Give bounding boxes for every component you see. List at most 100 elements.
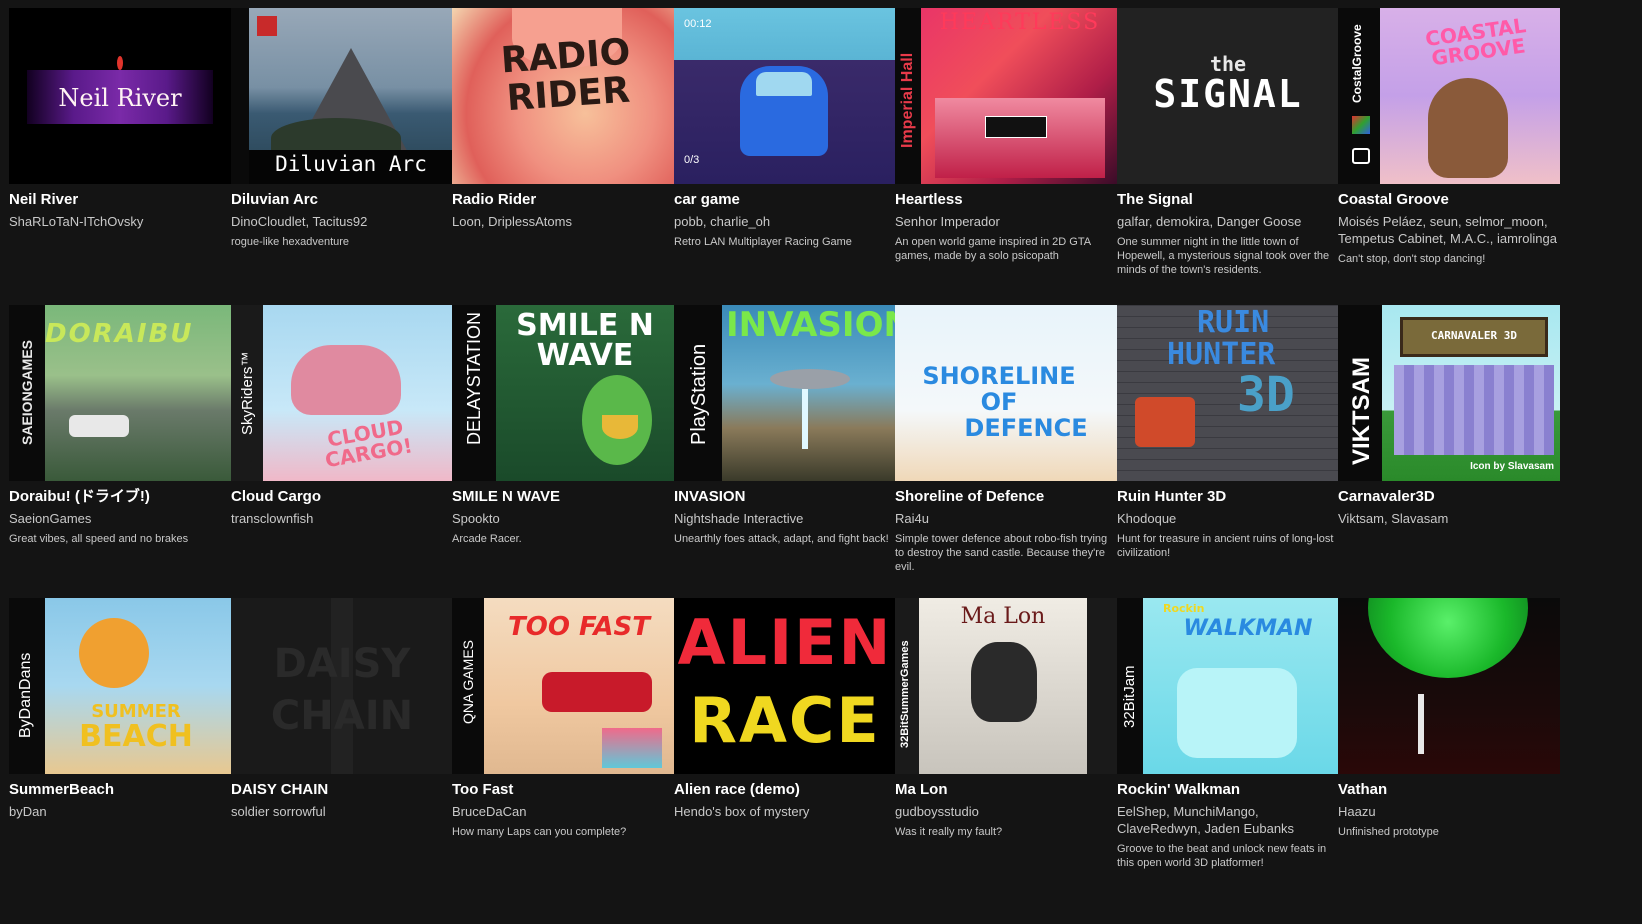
game-title[interactable]: SummerBeach [9, 781, 231, 799]
author-link[interactable]: Rai4u [895, 511, 929, 526]
game-title[interactable]: The Signal [1117, 191, 1339, 209]
cover-line: SHORELINE [922, 362, 1076, 390]
game-thumbnail[interactable]: VIKTSAM CARNAVALER 3D Icon by Slavasam [1338, 305, 1560, 481]
author-link[interactable]: MunchiMango [1173, 804, 1255, 819]
game-thumbnail[interactable]: the SIGNAL [1117, 8, 1339, 184]
spine-label: SkyRiders™ [239, 351, 256, 435]
author-link[interactable]: transclownfish [231, 511, 313, 526]
game-title[interactable]: Carnavaler3D [1338, 488, 1560, 506]
author-link[interactable]: ClaveRedwyn [1117, 821, 1197, 836]
author-link[interactable]: Khodoque [1117, 511, 1176, 526]
game-title[interactable]: Doraibu! (ドライブ!) [9, 488, 231, 506]
game-card: the SIGNAL The Signal galfar, demokira, … [1117, 8, 1339, 277]
author-link[interactable]: Hendo's box of mystery [674, 804, 809, 819]
game-authors: gudboysstudio [895, 803, 1117, 820]
author-link[interactable]: Loon [452, 214, 481, 229]
game-title[interactable]: Diluvian Arc [231, 191, 453, 209]
game-title[interactable]: DAISY CHAIN [231, 781, 453, 799]
game-authors: BruceDaCan [452, 803, 674, 820]
game-authors: Hendo's box of mystery [674, 803, 896, 820]
author-link[interactable]: demokira [1156, 214, 1209, 229]
game-thumbnail[interactable]: ByDanDans SUMMER BEACH [9, 598, 231, 774]
car-window [756, 72, 812, 96]
city-shape [935, 98, 1105, 178]
author-link[interactable]: DinoCloudlet [231, 214, 305, 229]
game-thumbnail[interactable]: QNA GAMES TOO FAST [452, 598, 674, 774]
author-link[interactable]: Jaden Eubanks [1204, 821, 1294, 836]
game-thumbnail[interactable]: ALIEN RACE [674, 598, 896, 774]
game-title[interactable]: Rockin' Walkman [1117, 781, 1339, 799]
game-thumbnail[interactable]: Diluvian Arc [231, 8, 453, 184]
game-description: Can't stop, don't stop dancing! [1338, 253, 1486, 265]
game-title[interactable]: car game [674, 191, 896, 209]
game-title[interactable]: Ruin Hunter 3D [1117, 488, 1339, 506]
game-thumbnail[interactable]: RUIN HUNTER 3D [1117, 305, 1339, 481]
game-card: SAEIONGAMES DORAIBU Doraibu! (ドライブ!) Sae… [9, 305, 231, 546]
author-link[interactable]: EelShep [1117, 804, 1166, 819]
game-authors: Nightshade Interactive [674, 510, 896, 527]
author-link[interactable]: Senhor Imperador [895, 214, 1000, 229]
author-link[interactable]: SaeionGames [9, 511, 91, 526]
game-authors: ShaRLoTaN-ITchOvsky [9, 213, 231, 230]
game-title[interactable]: INVASION [674, 488, 896, 506]
author-link[interactable]: M.A.C. [1450, 231, 1490, 246]
game-thumbnail[interactable]: PlayStation INVASION [674, 305, 896, 481]
author-link[interactable]: Danger Goose [1217, 214, 1302, 229]
game-thumbnail[interactable]: SkyRiders™ CLOUD CARGO! [231, 305, 453, 481]
game-thumbnail[interactable]: RADIO RIDER [452, 8, 674, 184]
author-link[interactable]: DriplessAtoms [488, 214, 572, 229]
game-thumbnail[interactable]: 32BitJam Rockin WALKMAN [1117, 598, 1339, 774]
game-thumbnail[interactable]: SHORELINE OF DEFENCE [895, 305, 1117, 481]
game-description: Groove to the beat and unlock new feats … [1117, 843, 1327, 869]
game-thumbnail[interactable]: CostalGroove COASTAL GROOVE [1338, 8, 1560, 184]
game-title[interactable]: SMILE N WAVE [452, 488, 674, 506]
game-title[interactable]: Ma Lon [895, 781, 1117, 799]
author-link[interactable]: charlie_oh [710, 214, 770, 229]
author-link[interactable]: iamrolinga [1497, 231, 1557, 246]
game-thumbnail[interactable]: Imperial Hall HEARTLESS [895, 8, 1117, 184]
game-title[interactable]: Radio Rider [452, 191, 674, 209]
game-title[interactable]: Heartless [895, 191, 1117, 209]
ufo-shape [770, 369, 850, 389]
game-title[interactable]: Vathan [1338, 781, 1560, 799]
cover-title: INVASION [726, 305, 896, 345]
author-link[interactable]: Viktsam [1338, 511, 1384, 526]
author-link[interactable]: Haazu [1338, 804, 1376, 819]
author-link[interactable]: gudboysstudio [895, 804, 979, 819]
game-title[interactable]: Shoreline of Defence [895, 488, 1117, 506]
cover-title: SIGNAL [1153, 72, 1303, 116]
author-link[interactable]: soldier sorrowful [231, 804, 326, 819]
game-title[interactable]: Coastal Groove [1338, 191, 1560, 209]
author-link[interactable]: seun [1430, 214, 1458, 229]
game-title[interactable]: Alien race (demo) [674, 781, 896, 799]
character-shape [971, 642, 1037, 722]
author-link[interactable]: Nightshade Interactive [674, 511, 803, 526]
author-link[interactable]: galfar [1117, 214, 1149, 229]
game-thumbnail[interactable]: 00:12 0/3 [674, 8, 896, 184]
game-card: 32BitSummerGames Ma Lon Ma Lon gudboysst… [895, 598, 1117, 839]
game-thumbnail[interactable]: SAEIONGAMES DORAIBU [9, 305, 231, 481]
game-thumbnail[interactable] [1338, 598, 1560, 774]
cover-title: DORAIBU [45, 319, 194, 349]
game-thumbnail[interactable]: 32BitSummerGames Ma Lon [895, 598, 1117, 774]
game-thumbnail[interactable]: DAISY CHAIN [231, 598, 453, 774]
author-link[interactable]: Spookto [452, 511, 500, 526]
author-link[interactable]: Moisés Peláez [1338, 214, 1423, 229]
game-title[interactable]: Neil River [9, 191, 231, 209]
cover-title: Ma Lon [960, 604, 1046, 629]
game-authors: Spookto [452, 510, 674, 527]
author-link[interactable]: byDan [9, 804, 47, 819]
game-thumbnail[interactable]: Neil River [9, 8, 231, 184]
author-link[interactable]: ShaRLoTaN-ITchOvsky [9, 214, 143, 229]
author-link[interactable]: Tacitus92 [312, 214, 367, 229]
game-thumbnail[interactable]: DELAYSTATION SMILE N WAVE [452, 305, 674, 481]
author-link[interactable]: Tempetus Cabinet [1338, 231, 1443, 246]
game-card: Imperial Hall HEARTLESS Heartless Senhor… [895, 8, 1117, 263]
author-link[interactable]: Slavasam [1391, 511, 1448, 526]
cover-title: SHORELINE OF DEFENCE [895, 363, 1117, 441]
game-title[interactable]: Cloud Cargo [231, 488, 453, 506]
author-link[interactable]: BruceDaCan [452, 804, 526, 819]
author-link[interactable]: pobb [674, 214, 703, 229]
game-title[interactable]: Too Fast [452, 781, 674, 799]
author-link[interactable]: selmor_moon [1465, 214, 1544, 229]
